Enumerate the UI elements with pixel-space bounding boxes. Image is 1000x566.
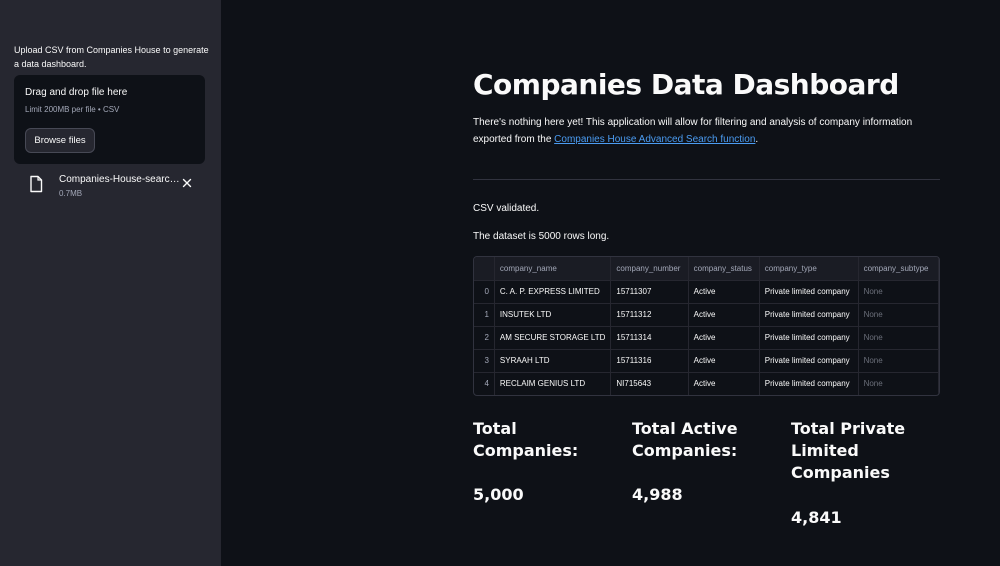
cell-company-subtype[interactable]: None bbox=[858, 280, 939, 304]
data-table[interactable]: company_name company_number company_stat… bbox=[473, 256, 940, 396]
sidebar: Upload CSV from Companies House to gener… bbox=[0, 0, 221, 566]
main-content: Companies Data Dashboard There's nothing… bbox=[221, 0, 1000, 566]
dataset-rows-text: The dataset is 5000 rows long. bbox=[473, 231, 610, 242]
companies-house-search-link[interactable]: Companies House Advanced Search function bbox=[554, 134, 755, 145]
metric-total-private-limited: Total Private Limited Companies 4,841 bbox=[791, 418, 941, 527]
sidebar-intro: Upload CSV from Companies House to gener… bbox=[14, 45, 209, 69]
dropzone-title: Drag and drop file here bbox=[25, 87, 128, 98]
table-row: 3 SYRAAH LTD 15711316 Active Private lim… bbox=[474, 349, 939, 373]
cell-company-type[interactable]: Private limited company bbox=[759, 349, 859, 373]
csv-status-text: CSV validated. bbox=[473, 203, 540, 214]
page-title: Companies Data Dashboard bbox=[473, 68, 899, 101]
cell-company-number[interactable]: 15711314 bbox=[610, 326, 689, 350]
cell-company-number[interactable]: 15711307 bbox=[610, 280, 689, 304]
row-index[interactable]: 0 bbox=[474, 280, 495, 304]
uploaded-file-name: Companies-House-search-results.csv bbox=[59, 174, 181, 185]
column-header-company-name[interactable]: company_name bbox=[494, 257, 612, 281]
cell-company-status[interactable]: Active bbox=[688, 303, 760, 327]
divider bbox=[473, 179, 940, 180]
cell-company-status[interactable]: Active bbox=[688, 349, 760, 373]
cell-company-subtype[interactable]: None bbox=[858, 326, 939, 350]
row-index[interactable]: 4 bbox=[474, 372, 495, 395]
cell-company-number[interactable]: NI715643 bbox=[610, 372, 689, 395]
cell-company-type[interactable]: Private limited company bbox=[759, 280, 859, 304]
file-dropzone[interactable]: Drag and drop file here Limit 200MB per … bbox=[14, 75, 205, 164]
cell-company-number[interactable]: 15711312 bbox=[610, 303, 689, 327]
table-row: 1 INSUTEK LTD 15711312 Active Private li… bbox=[474, 303, 939, 327]
row-index[interactable]: 3 bbox=[474, 349, 495, 373]
table-row: 2 AM SECURE STORAGE LTD 15711314 Active … bbox=[474, 326, 939, 350]
uploaded-file-size: 0.7MB bbox=[59, 189, 83, 198]
column-header-company-subtype[interactable]: company_subtype bbox=[858, 257, 939, 281]
intro-text: There's nothing here yet! This applicati… bbox=[473, 114, 943, 148]
cell-company-number[interactable]: 15711316 bbox=[610, 349, 689, 373]
column-header-company-status[interactable]: company_status bbox=[688, 257, 760, 281]
metric-label: Total Private Limited Companies bbox=[791, 419, 906, 482]
cell-company-status[interactable]: Active bbox=[688, 326, 760, 350]
app: Upload CSV from Companies House to gener… bbox=[0, 0, 1000, 566]
column-header-index[interactable] bbox=[474, 257, 495, 281]
metric-value: 4,841 bbox=[791, 508, 842, 527]
intro-end: . bbox=[755, 134, 759, 145]
cell-company-name[interactable]: SYRAAH LTD bbox=[494, 349, 612, 373]
cell-company-status[interactable]: Active bbox=[688, 372, 760, 395]
row-index[interactable]: 2 bbox=[474, 326, 495, 350]
cell-company-type[interactable]: Private limited company bbox=[759, 326, 859, 350]
cell-company-name[interactable]: AM SECURE STORAGE LTD bbox=[494, 326, 612, 350]
table-header-row: company_name company_number company_stat… bbox=[474, 257, 939, 281]
metric-value: 4,988 bbox=[632, 485, 683, 504]
metric-total-companies: Total Companies: 5,000 bbox=[473, 418, 623, 504]
table-row: 0 C. A. P. EXPRESS LIMITED 15711307 Acti… bbox=[474, 280, 939, 304]
remove-file-close-icon[interactable] bbox=[179, 175, 195, 191]
metric-total-active-companies: Total Active Companies: 4,988 bbox=[632, 418, 782, 504]
dropzone-limit: Limit 200MB per file • CSV bbox=[25, 105, 120, 114]
cell-company-name[interactable]: INSUTEK LTD bbox=[494, 303, 612, 327]
cell-company-subtype[interactable]: None bbox=[858, 349, 939, 373]
cell-company-subtype[interactable]: None bbox=[858, 303, 939, 327]
cell-company-name[interactable]: RECLAIM GENIUS LTD bbox=[494, 372, 612, 395]
cell-company-subtype[interactable]: None bbox=[858, 372, 939, 395]
row-index[interactable]: 1 bbox=[474, 303, 495, 327]
uploaded-file: Companies-House-search-results.csv 0.7MB bbox=[28, 172, 208, 200]
metric-value: 5,000 bbox=[473, 485, 524, 504]
cell-company-type[interactable]: Private limited company bbox=[759, 303, 859, 327]
file-icon bbox=[28, 175, 44, 193]
cell-company-name[interactable]: C. A. P. EXPRESS LIMITED bbox=[494, 280, 612, 304]
column-header-company-number[interactable]: company_number bbox=[610, 257, 689, 281]
cell-company-status[interactable]: Active bbox=[688, 280, 760, 304]
metric-label: Total Active Companies: bbox=[632, 419, 738, 460]
column-header-company-type[interactable]: company_type bbox=[759, 257, 859, 281]
browse-files-button[interactable]: Browse files bbox=[25, 128, 95, 153]
metric-label: Total Companies: bbox=[473, 419, 579, 460]
cell-company-type[interactable]: Private limited company bbox=[759, 372, 859, 395]
table-row: 4 RECLAIM GENIUS LTD NI715643 Active Pri… bbox=[474, 372, 939, 395]
